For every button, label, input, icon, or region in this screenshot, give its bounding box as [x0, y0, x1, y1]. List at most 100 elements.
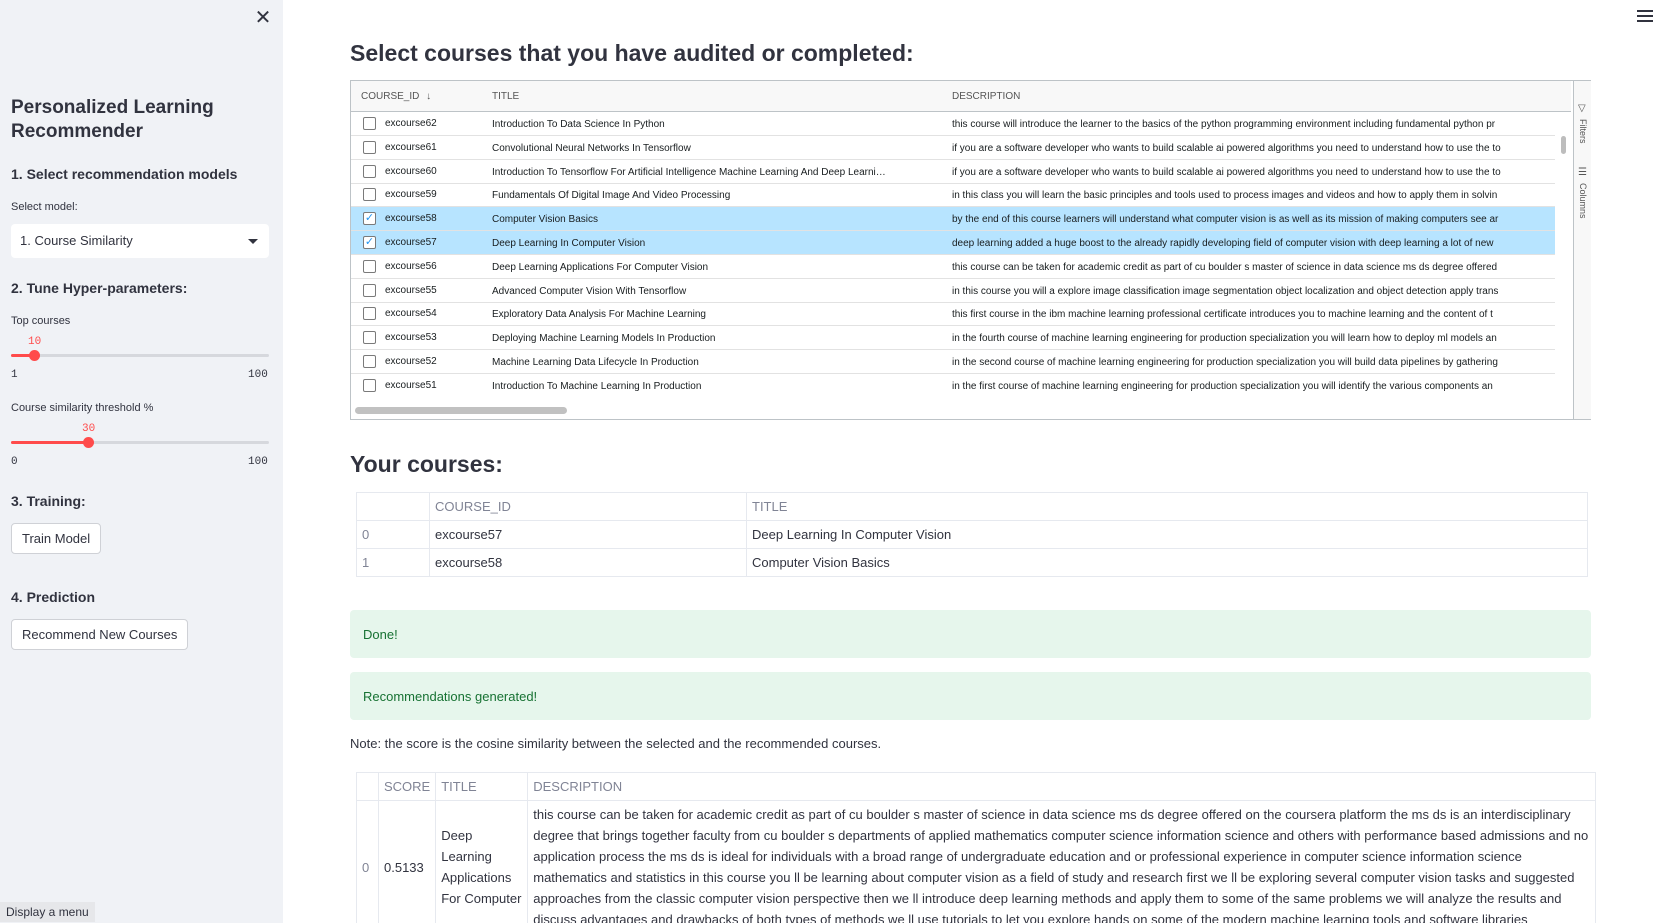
table-row: 0 excourse57 Deep Learning In Computer V… — [356, 520, 1588, 549]
columns-label: Columns — [1578, 183, 1588, 219]
train-model-button[interactable]: Train Model — [11, 523, 102, 554]
course-id-cell: excourse62 — [385, 118, 437, 129]
course-id-cell: excourse58 — [385, 213, 437, 225]
select-courses-heading: Select courses that you have audited or … — [350, 40, 914, 66]
row-checkbox[interactable] — [363, 188, 376, 202]
row-checkbox[interactable] — [363, 259, 376, 273]
row-checkbox[interactable] — [363, 331, 376, 345]
model-select-value: 1. Course Similarity — [20, 233, 133, 248]
section-prediction-heading: 4. Prediction — [11, 589, 96, 605]
columns-icon: ☰ — [1578, 167, 1587, 178]
row-checkbox[interactable] — [363, 283, 376, 297]
your-courses-table: COURSE_ID TITLE 0 excourse57 Deep Learni… — [356, 492, 1588, 577]
slider-thumb[interactable] — [29, 350, 40, 361]
chevron-down-icon — [248, 239, 258, 244]
index-header — [356, 492, 430, 521]
column-header-description[interactable]: DESCRIPTION — [952, 91, 1020, 102]
recommendations-table: SCORE TITLE DESCRIPTION 0 0.5133 Deep Le… — [356, 772, 1597, 923]
grid-tool-panel: ▽ Filters ☰ Columns — [1573, 81, 1591, 419]
recommend-new-courses-button[interactable]: Recommend New Courses — [11, 619, 189, 650]
your-courses-heading: Your courses: — [350, 451, 503, 477]
title-cell: Computer Vision Basics — [746, 548, 1588, 577]
course-id-cell: excourse56 — [385, 260, 437, 272]
grid-body: excourse62 Introduction To Data Science I… — [351, 112, 1555, 392]
slider-thumb[interactable] — [83, 437, 94, 448]
course-id-cell: excourse61 — [385, 141, 437, 153]
grid-row[interactable]: ✓ excourse58 Computer Vision Basics by the … — [351, 207, 1555, 232]
sort-desc-icon[interactable]: ↓ — [426, 91, 431, 102]
row-checkbox[interactable] — [363, 117, 376, 130]
top-courses-slider[interactable] — [11, 350, 269, 361]
row-checkbox[interactable] — [363, 378, 376, 392]
columns-tab[interactable]: ☰ Columns — [1574, 167, 1592, 237]
vertical-scrollbar[interactable] — [1561, 136, 1566, 154]
row-checkbox[interactable] — [363, 164, 376, 178]
row-index: 0 — [356, 520, 430, 549]
hamburger-menu-icon[interactable] — [1637, 10, 1653, 26]
course-id-cell: excourse53 — [385, 332, 437, 344]
filter-icon: ▽ — [1578, 103, 1586, 114]
column-header-title[interactable]: TITLE — [492, 91, 519, 102]
course-id-cell: excourse57 — [385, 237, 437, 248]
score-note: Note: the score is the cosine similarity… — [350, 736, 882, 751]
grid-row[interactable]: excourse62 Introduction To Data Science I… — [351, 112, 1555, 136]
similarity-threshold-label: Course similarity threshold % — [11, 402, 154, 414]
slider-fill — [11, 441, 88, 444]
grid-row[interactable]: ✓ excourse57 Deep Learning In Computer Vis… — [351, 231, 1555, 255]
title-cell: Computer Vision Basics — [492, 214, 598, 226]
grid-row[interactable]: excourse51 Introduction To Machine Learni… — [351, 374, 1555, 392]
sidebar: ✕ Personalized Learning Recommender 1. S… — [0, 0, 283, 923]
title-cell: Introduction To Data Science In Python — [492, 119, 665, 130]
title-cell: Deep Learning Applications For Computer … — [492, 261, 709, 273]
course-id-cell: excourse55 — [385, 284, 437, 296]
table-row: 0 0.5133 Deep Learning Applications For … — [356, 800, 1597, 923]
top-courses-label: Top courses — [11, 315, 71, 327]
similarity-threshold-slider[interactable] — [11, 437, 269, 448]
row-checkbox[interactable] — [363, 307, 376, 321]
success-alert-recommendations: Recommendations generated! — [350, 672, 1591, 720]
description-cell: if you are a software developer who want… — [952, 166, 1501, 178]
row-checkbox[interactable] — [363, 355, 376, 368]
row-checkbox[interactable] — [363, 140, 376, 154]
course-id-cell: excourse58 — [429, 548, 747, 577]
filters-tab[interactable]: ▽ Filters — [1574, 103, 1592, 163]
title-cell: Exploratory Data Analysis For Machine Le… — [492, 309, 706, 321]
description-cell: in the first course of machine learning … — [952, 380, 1493, 392]
description-cell: by the end of this course learners will … — [952, 214, 1499, 226]
app-title: Personalized Learning Recommender — [11, 97, 214, 142]
row-checkbox[interactable]: ✓ — [363, 212, 376, 226]
course-grid: COURSE_ID ↓ TITLE DESCRIPTION excourse62… — [350, 80, 1591, 420]
similarity-threshold-value: 30 — [82, 423, 96, 435]
row-index: 1 — [356, 548, 430, 577]
title-cell: Deep Learning Applications For Computer — [435, 800, 529, 923]
grid-row[interactable]: excourse59 Fundamentals Of Digital Image … — [351, 183, 1555, 208]
horizontal-scrollbar[interactable] — [355, 407, 567, 414]
grid-row[interactable]: excourse52 Machine Learning Data Lifecycl… — [351, 350, 1555, 374]
grid-row[interactable]: excourse54 Exploratory Data Analysis For … — [351, 302, 1555, 327]
title-cell: Deep Learning In Computer Vision — [492, 238, 646, 249]
top-courses-max: 100 — [248, 369, 268, 381]
course-id-cell: excourse60 — [385, 165, 437, 177]
table-header-row: COURSE_ID TITLE — [356, 492, 1588, 521]
title-cell: Fundamentals Of Digital Image And Video … — [492, 190, 731, 202]
title-cell: Deep Learning In Computer Vision — [746, 520, 1588, 549]
grid-row[interactable]: excourse55 Advanced Computer Vision With … — [351, 279, 1555, 303]
top-courses-value: 10 — [28, 336, 42, 348]
description-cell: in this class you will learn the basic p… — [952, 190, 1498, 202]
column-header-course-id[interactable]: COURSE_ID ↓ — [361, 91, 431, 102]
model-select[interactable]: 1. Course Similarity — [11, 224, 269, 258]
close-sidebar-icon[interactable]: ✕ — [253, 8, 273, 28]
title-cell: Machine Learning Data Lifecycle In Produ… — [492, 357, 699, 368]
course-id-header: COURSE_ID — [429, 492, 747, 521]
similarity-threshold-max: 100 — [248, 456, 268, 468]
course-id-cell: excourse51 — [385, 379, 437, 391]
description-cell: in the second course of machine learning… — [952, 357, 1498, 368]
row-checkbox[interactable]: ✓ — [363, 236, 376, 249]
grid-row[interactable]: excourse60 Introduction To Tensorflow For… — [351, 160, 1555, 184]
title-header: TITLE — [746, 492, 1588, 521]
grid-row[interactable]: excourse61 Convolutional Neural Networks … — [351, 136, 1555, 160]
top-courses-min: 1 — [11, 369, 18, 381]
title-cell: Introduction To Tensorflow For Artificia… — [492, 166, 886, 178]
grid-row[interactable]: excourse53 Deploying Machine Learning Mod… — [351, 326, 1555, 351]
grid-row[interactable]: excourse56 Deep Learning Applications For… — [351, 255, 1555, 279]
